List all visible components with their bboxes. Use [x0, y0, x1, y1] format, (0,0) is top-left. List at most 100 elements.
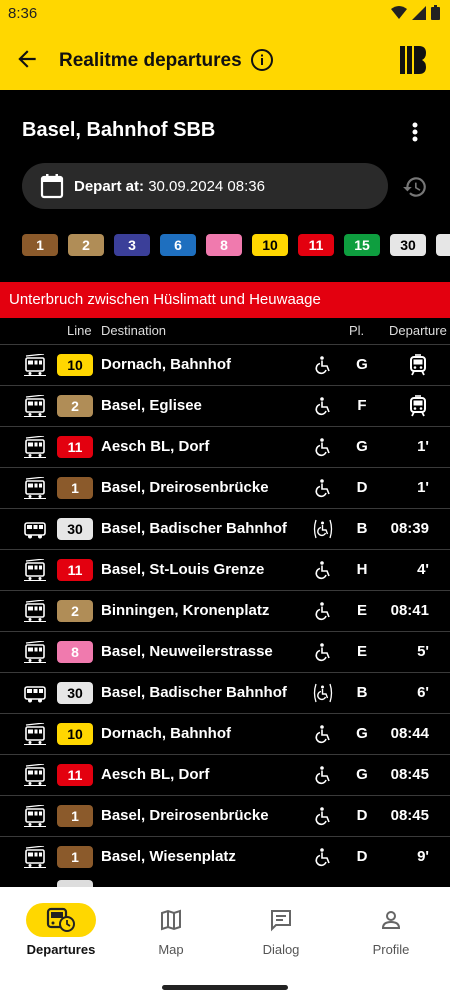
departure-row[interactable]: 8 Basel, Neuweilerstrasse E 5': [0, 631, 450, 672]
wheelchair-icon: [313, 642, 333, 662]
destination: Basel, Badischer Bahnhof: [101, 684, 287, 701]
line-filter-chip[interactable]: 3: [114, 234, 150, 256]
wheelchair-icon: [313, 396, 333, 416]
line-filter-chip[interactable]: 11: [298, 234, 334, 256]
col-departure: Departure: [389, 323, 447, 338]
bvb-logo-icon: [400, 46, 426, 74]
line-filter-chip[interactable]: 8: [206, 234, 242, 256]
nav-profile[interactable]: Profile: [335, 887, 447, 973]
battery-icon: [431, 5, 440, 20]
home-indicator[interactable]: [162, 985, 288, 990]
departure-row[interactable]: 2 Binningen, Kronenplatz E 08:41: [0, 590, 450, 631]
depart-at-button[interactable]: Depart at: 30.09.2024 08:36: [22, 163, 388, 209]
station-name: Basel, Bahnhof SBB: [22, 119, 216, 141]
status-icons: [391, 5, 440, 20]
app-bar: Realitme departures: [0, 28, 450, 90]
tram-icon: [24, 476, 46, 499]
line-filter-chip[interactable]: 6: [160, 234, 196, 256]
tram-icon: [24, 763, 46, 786]
line-badge: 30: [57, 682, 93, 704]
nav-label: Profile: [372, 942, 410, 957]
departure-list: 10 Dornach, Bahnhof G 2 Basel, Eglisee F 11 Aes…: [0, 344, 450, 877]
tram-icon: [24, 640, 46, 663]
platform: G: [356, 725, 368, 742]
line-filter-chip[interactable]: 1: [22, 234, 58, 256]
wheelchair-icon: [313, 478, 333, 498]
line-filter-chip[interactable]: 30: [390, 234, 426, 256]
departure-time: 08:39: [390, 520, 429, 537]
line-badge: 1: [57, 846, 93, 868]
destination: Basel, St-Louis Grenze: [101, 561, 265, 578]
nav-label: Map: [158, 942, 184, 957]
destination: Basel, Wiesenplatz: [101, 848, 236, 865]
wifi-icon: [391, 5, 407, 19]
line-badge: 11: [57, 764, 93, 786]
disruption-banner[interactable]: Unterbruch zwischen Hüslimatt und Heuwaa…: [0, 282, 450, 318]
bus-icon: [24, 518, 46, 540]
departure-row[interactable]: 30 Basel, Badischer Bahnhof B 08:39: [0, 508, 450, 549]
page-title: Realitme departures: [59, 50, 242, 71]
line-filter-chip[interactable]: 2: [68, 234, 104, 256]
departure-row[interactable]: 1 Basel, Dreirosenbrücke D 1': [0, 467, 450, 508]
departure-time: 1': [417, 479, 429, 496]
info-icon[interactable]: [250, 48, 274, 72]
line-filter-chips: 12368 10 11 15 30 4: [22, 234, 450, 256]
tram-icon: [24, 599, 46, 622]
tram-icon: [24, 722, 46, 745]
departure-row[interactable]: 1 Basel, Dreirosenbrücke D 08:45: [0, 795, 450, 836]
platform: E: [356, 602, 367, 619]
platform: F: [357, 397, 367, 414]
line-badge: 8: [57, 641, 93, 663]
destination: Basel, Dreirosenbrücke: [101, 479, 269, 496]
map-icon: [136, 903, 206, 937]
more-vert-icon[interactable]: [405, 120, 425, 144]
platform: D: [356, 479, 368, 496]
tram-icon: [24, 804, 46, 827]
tram-icon: [24, 558, 46, 581]
line-badge: 2: [57, 395, 93, 417]
nav-label: Departures: [26, 942, 96, 957]
departure-row[interactable]: 11 Basel, St-Louis Grenze H 4': [0, 549, 450, 590]
departure-time: 08:45: [390, 807, 429, 824]
destination: Basel, Dreirosenbrücke: [101, 807, 269, 824]
calendar-icon: [40, 174, 64, 199]
disruption-text: Unterbruch zwischen Hüslimatt und Heuwaa…: [9, 291, 321, 308]
destination: Aesch BL, Dorf: [101, 766, 210, 783]
departure-row[interactable]: 2 Basel, Eglisee F: [0, 385, 450, 426]
line-filter-chip[interactable]: 15: [344, 234, 380, 256]
departure-row[interactable]: 11 Aesch BL, Dorf G 08:45: [0, 754, 450, 795]
line-filter-chip[interactable]: 4: [436, 234, 450, 256]
nav-dialog[interactable]: Dialog: [225, 887, 337, 973]
departure-row[interactable]: 30 Basel, Badischer Bahnhof B 6': [0, 672, 450, 713]
line-badge: 10: [57, 723, 93, 745]
tram-now-icon: [409, 354, 427, 376]
departure-row[interactable]: 10 Dornach, Bahnhof G 08:44: [0, 713, 450, 754]
signal-icon: [412, 5, 426, 20]
destination: Dornach, Bahnhof: [101, 356, 231, 373]
line-badge: 11: [57, 436, 93, 458]
arrow-back-icon[interactable]: [14, 46, 40, 72]
status-bar: 8:36: [0, 0, 450, 28]
platform: G: [356, 356, 368, 373]
history-icon[interactable]: [402, 174, 428, 200]
nav-departures[interactable]: Departures: [5, 887, 117, 973]
line-badge: 1: [57, 805, 93, 827]
platform: H: [356, 561, 368, 578]
platform: G: [356, 438, 368, 455]
nav-map[interactable]: Map: [115, 887, 227, 973]
wheelchair-icon: [313, 601, 333, 621]
line-badge: 10: [57, 354, 93, 376]
platform: E: [356, 643, 367, 660]
departure-time: 9': [417, 848, 429, 865]
destination: Aesch BL, Dorf: [101, 438, 210, 455]
destination: Dornach, Bahnhof: [101, 725, 231, 742]
departure-row[interactable]: 10 Dornach, Bahnhof G: [0, 344, 450, 385]
departure-time: 5': [417, 643, 429, 660]
departure-row[interactable]: 1 Basel, Wiesenplatz D 9': [0, 836, 450, 877]
line-filter-chip[interactable]: 10: [252, 234, 288, 256]
wheelchair-partial-icon: [313, 519, 333, 539]
line-badge: 1: [57, 477, 93, 499]
col-line: Line: [67, 323, 92, 338]
departure-row[interactable]: 11 Aesch BL, Dorf G 1': [0, 426, 450, 467]
wheelchair-icon: [313, 806, 333, 826]
